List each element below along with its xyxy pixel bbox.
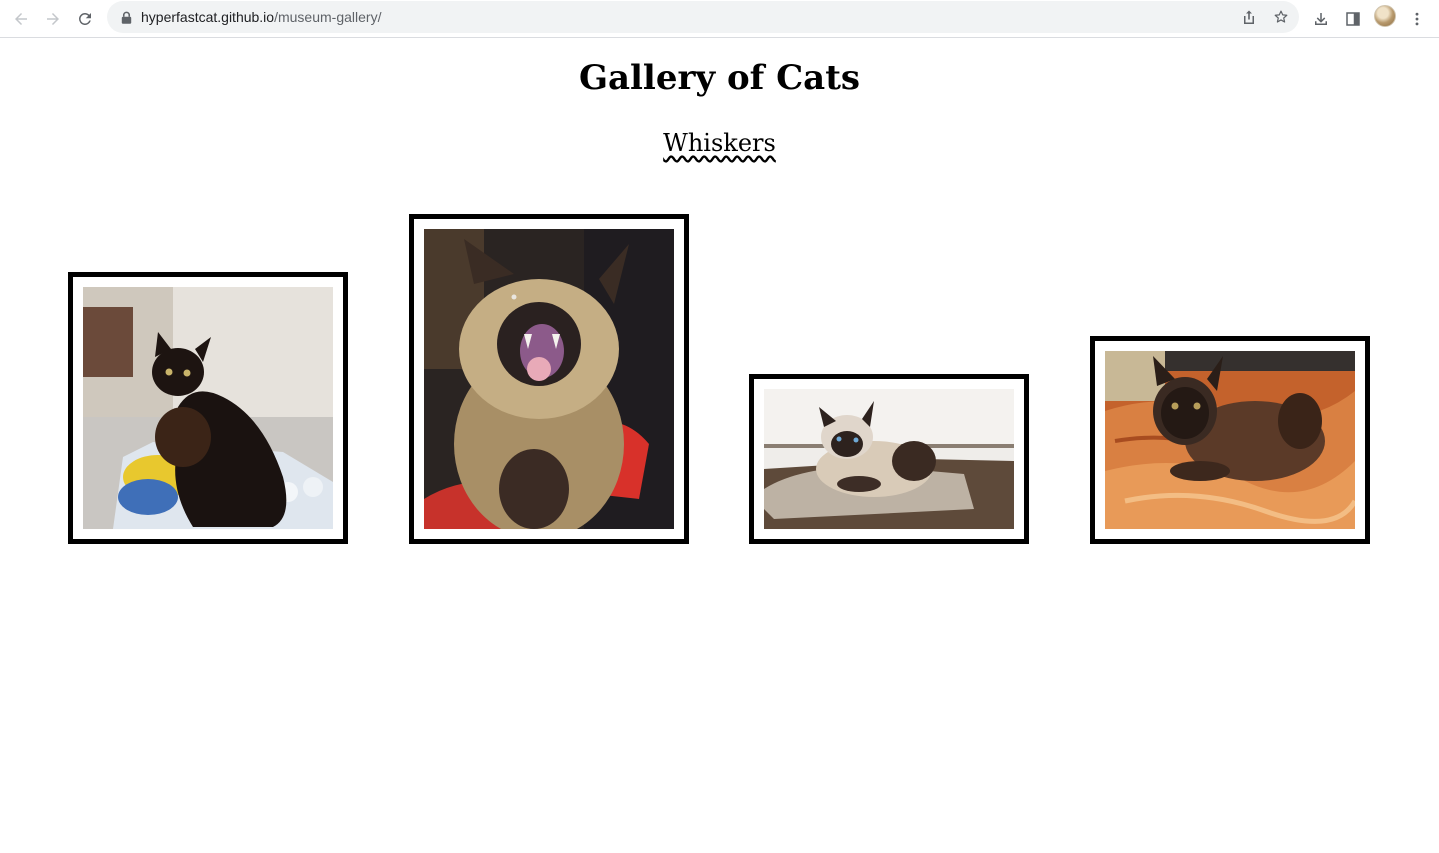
gallery-frame [409,214,689,544]
page-subtitle: Whiskers [663,129,776,157]
gallery-frame [68,272,348,544]
subtitle-container: Whiskers [0,128,1439,158]
back-arrow-icon[interactable] [6,4,36,34]
gallery-frame [749,374,1029,544]
cat-photo[interactable] [83,287,333,529]
reload-icon[interactable] [70,4,100,34]
cat-photo[interactable] [1105,351,1355,529]
cat-photo[interactable] [424,229,674,529]
url-host: hyperfastcat.github.io [141,9,275,25]
url-text[interactable]: hyperfastcat.github.io/museum-gallery/ [141,8,381,26]
share-icon[interactable] [1239,7,1259,27]
address-bar[interactable]: hyperfastcat.github.io/museum-gallery/ [107,1,1299,33]
more-vert-icon[interactable] [1402,4,1432,34]
url-path: /museum-gallery/ [274,9,382,25]
browser-toolbar: hyperfastcat.github.io/museum-gallery/ [0,0,1439,38]
cat-photo[interactable] [764,389,1014,529]
star-icon[interactable] [1271,7,1291,27]
side-panel-icon[interactable] [1338,4,1368,34]
forward-arrow-icon[interactable] [38,4,68,34]
gallery-frame [1090,336,1370,544]
profile-avatar[interactable] [1374,5,1396,27]
page-title: Gallery of Cats [578,58,861,98]
download-icon[interactable] [1306,4,1336,34]
lock-icon[interactable] [119,9,133,25]
